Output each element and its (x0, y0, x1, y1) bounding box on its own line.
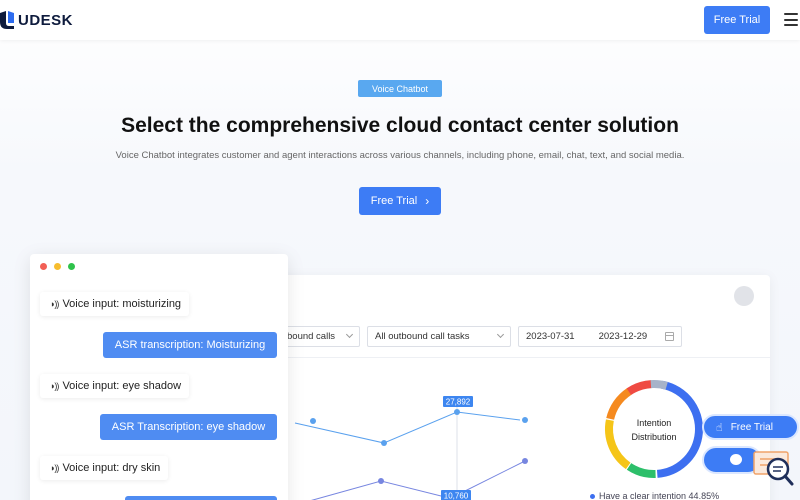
asr-transcription-message: ASR transcription: Moisturizing (103, 332, 277, 358)
logo-text: UDESK (18, 11, 74, 29)
series-point (381, 440, 387, 446)
top-navbar: UDESK Free Trial (0, 0, 800, 40)
close-dot-icon (40, 263, 47, 270)
donut-title-line-1: Intention (637, 418, 672, 428)
dashboard-preview: bound calls All outbound call tasks 2023… (250, 275, 770, 500)
sound-wave-icon: ◗)) (50, 381, 59, 391)
support-chat-widget-icon[interactable] (752, 444, 798, 490)
legend-dot (590, 493, 595, 499)
data-label: 10,760 (444, 492, 469, 500)
product-tag: Voice Chatbot (358, 80, 442, 97)
hero-free-trial-button[interactable]: Free Trial › (359, 187, 441, 215)
voice-input-message: ◗)) Voice input: dry skin (40, 456, 169, 480)
voice-input-message: ◗)) Voice input: moisturizing (40, 292, 190, 316)
hero-cta-label: Free Trial (370, 195, 418, 207)
sound-wave-icon: ◗)) (50, 463, 59, 473)
udesk-logo[interactable]: UDESK (0, 10, 73, 30)
voice-input-text: Voice input: eye shadow (62, 380, 182, 392)
series-point (522, 458, 528, 464)
hero-title: Select the comprehensive cloud contact c… (121, 114, 679, 137)
hand-pointer-icon: ☝ (716, 421, 723, 434)
data-label: 27,892 (446, 398, 471, 407)
intention-donut-chart: Intention Distribution (605, 380, 703, 479)
series-point (310, 418, 316, 424)
series-line-2 (311, 460, 526, 500)
series-point (454, 409, 460, 415)
series-point (378, 478, 384, 484)
window-controls (40, 263, 75, 270)
hero-subtitle: Voice Chatbot integrates customer and ag… (115, 150, 685, 161)
donut-title-line-2: Distribution (631, 432, 676, 442)
series-point (522, 417, 528, 423)
minimize-dot-icon (54, 263, 61, 270)
asr-transcription-message: ASR Transcription: eye shadow (100, 414, 277, 440)
series-line-1 (294, 411, 521, 444)
sound-wave-icon: ◗)) (50, 299, 59, 309)
chat-bubble-icon (730, 454, 742, 465)
voice-input-text: Voice input: moisturizing (62, 298, 182, 310)
header-free-trial-button[interactable]: Free Trial (704, 6, 770, 34)
voice-chat-panel: ◗)) Voice input: moisturizing ASR transc… (30, 254, 288, 500)
floating-free-trial-button[interactable]: ☝ Free Trial (702, 414, 799, 440)
donut-legend-item: Have a clear intention 44.85% (590, 491, 719, 500)
maximize-dot-icon (68, 263, 75, 270)
legend-label: Have a clear intention 44.85% (599, 491, 720, 500)
udesk-logo-icon (0, 11, 14, 29)
voice-input-text: Voice input: dry skin (62, 462, 161, 474)
voice-input-message: ◗)) Voice input: eye shadow (40, 374, 190, 398)
chevron-right-icon: › (425, 194, 430, 208)
hamburger-menu-icon[interactable] (784, 13, 798, 26)
asr-transcription-message (125, 496, 277, 500)
floating-free-trial-label: Free Trial (730, 421, 773, 433)
